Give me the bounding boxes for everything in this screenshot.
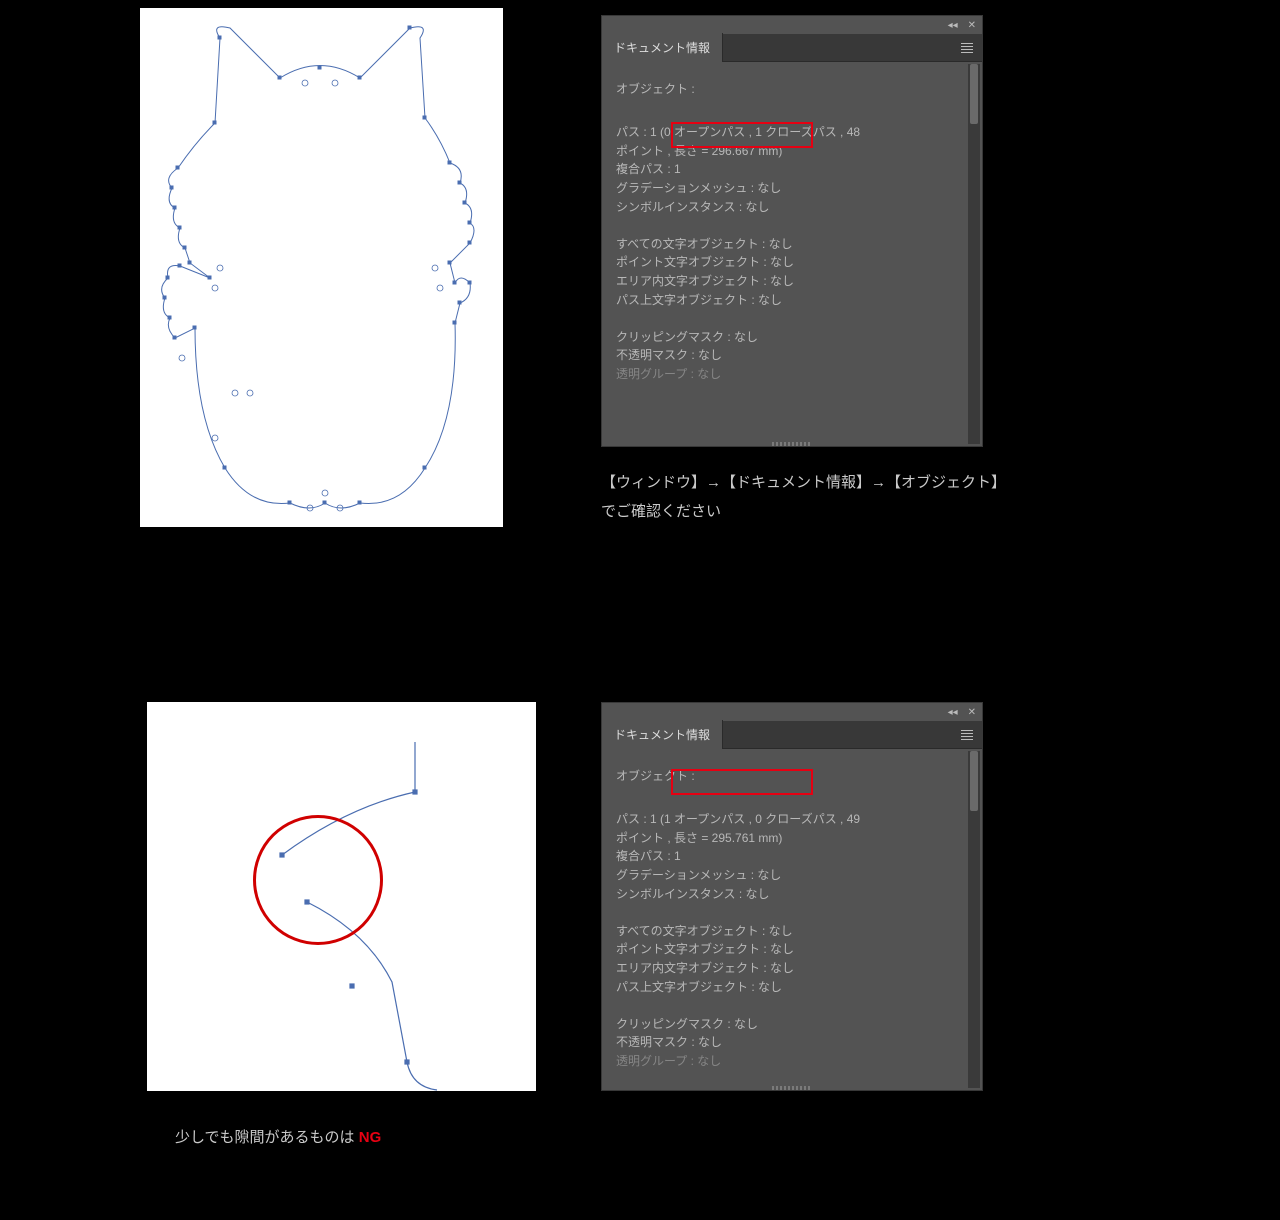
panel-menu-button[interactable] (956, 724, 978, 746)
panel-menu-button[interactable] (956, 37, 978, 59)
caption-ng-warning: 少しでも隙間があるものは NG (175, 1124, 381, 1153)
gradient-mesh-line: グラデーションメッシュ : なし (616, 179, 968, 198)
symbol-instance-line: シンボルインスタンス : なし (616, 885, 968, 904)
caption-line-2: でご確認ください (601, 498, 1006, 527)
section-header: オブジェクト : (616, 80, 968, 99)
cut-line: 透明グループ : なし (616, 1052, 968, 1071)
caption-ng-text: 少しでも隙間があるものは (175, 1129, 359, 1146)
point-text-line: ポイント文字オブジェクト : なし (616, 253, 968, 272)
cut-line: 透明グループ : なし (616, 365, 968, 384)
highlight-open-path-zero (671, 122, 813, 148)
cat-path-artwork (160, 18, 483, 517)
opacity-mask-line: 不透明マスク : なし (616, 1033, 968, 1052)
ng-label: NG (359, 1129, 382, 1146)
point-text-line: ポイント文字オブジェクト : なし (616, 940, 968, 959)
close-icon[interactable]: ✕ (968, 707, 976, 718)
tab-document-info[interactable]: ドキュメント情報 (602, 33, 723, 62)
scrollbar-thumb[interactable] (970, 751, 978, 811)
area-text-line: エリア内文字オブジェクト : なし (616, 272, 968, 291)
panel-tab-row: ドキュメント情報 (602, 34, 982, 62)
close-icon[interactable]: ✕ (968, 20, 976, 31)
caption-instructions: 【ウィンドウ】→【ドキュメント情報】→【オブジェクト】 でご確認ください (601, 469, 1006, 526)
artboard-cat-outline (140, 8, 503, 527)
path-text-line: パス上文字オブジェクト : なし (616, 978, 968, 997)
path-text-line: パス上文字オブジェクト : なし (616, 291, 968, 310)
clipping-mask-line: クリッピングマスク : なし (616, 1015, 968, 1034)
scrollbar-thumb[interactable] (970, 64, 978, 124)
highlight-open-path-one (671, 769, 813, 795)
compound-path-line: 複合パス : 1 (616, 847, 968, 866)
all-text-line: すべての文字オブジェクト : なし (616, 922, 968, 941)
gradient-mesh-line: グラデーションメッシュ : なし (616, 866, 968, 885)
panel-body: オブジェクト : パス : 1 (0 オープンパス , 1 クローズパス , 4… (602, 62, 982, 446)
panel-body: オブジェクト : パス : 1 (1 オープンパス , 0 クローズパス , 4… (602, 749, 982, 1090)
panel-tab-row: ドキュメント情報 (602, 721, 982, 749)
path-info-line: パス : 1 (1 オープンパス , 0 クローズパス , 49 (616, 810, 968, 829)
document-info-panel-2: ◂◂ ✕ ドキュメント情報 オブジェクト : パス : 1 (1 オープンパス … (601, 702, 983, 1091)
panel-resize-handle[interactable] (772, 1086, 812, 1090)
symbol-instance-line: シンボルインスタンス : なし (616, 198, 968, 217)
points-line: ポイント , 長さ = 295.761 mm) (616, 829, 968, 848)
document-info-panel-1: ◂◂ ✕ ドキュメント情報 オブジェクト : パス : 1 (0 オープンパス … (601, 15, 983, 447)
panel-toolbar: ◂◂ ✕ (602, 16, 982, 34)
panel-resize-handle[interactable] (772, 442, 812, 446)
hamburger-icon (961, 730, 973, 740)
panel-scrollbar[interactable] (968, 751, 980, 1088)
panel-toolbar: ◂◂ ✕ (602, 703, 982, 721)
opacity-mask-line: 不透明マスク : なし (616, 346, 968, 365)
caption-line-1: 【ウィンドウ】→【ドキュメント情報】→【オブジェクト】 (601, 469, 1006, 498)
panel-scrollbar[interactable] (968, 64, 980, 444)
artboard-open-path-zoom (147, 702, 536, 1091)
clipping-mask-line: クリッピングマスク : なし (616, 328, 968, 347)
collapse-icon[interactable]: ◂◂ (948, 20, 958, 31)
tab-document-info[interactable]: ドキュメント情報 (602, 720, 723, 749)
collapse-icon[interactable]: ◂◂ (948, 707, 958, 718)
all-text-line: すべての文字オブジェクト : なし (616, 235, 968, 254)
gap-highlight-circle (253, 815, 383, 945)
area-text-line: エリア内文字オブジェクト : なし (616, 959, 968, 978)
compound-path-line: 複合パス : 1 (616, 160, 968, 179)
hamburger-icon (961, 43, 973, 53)
